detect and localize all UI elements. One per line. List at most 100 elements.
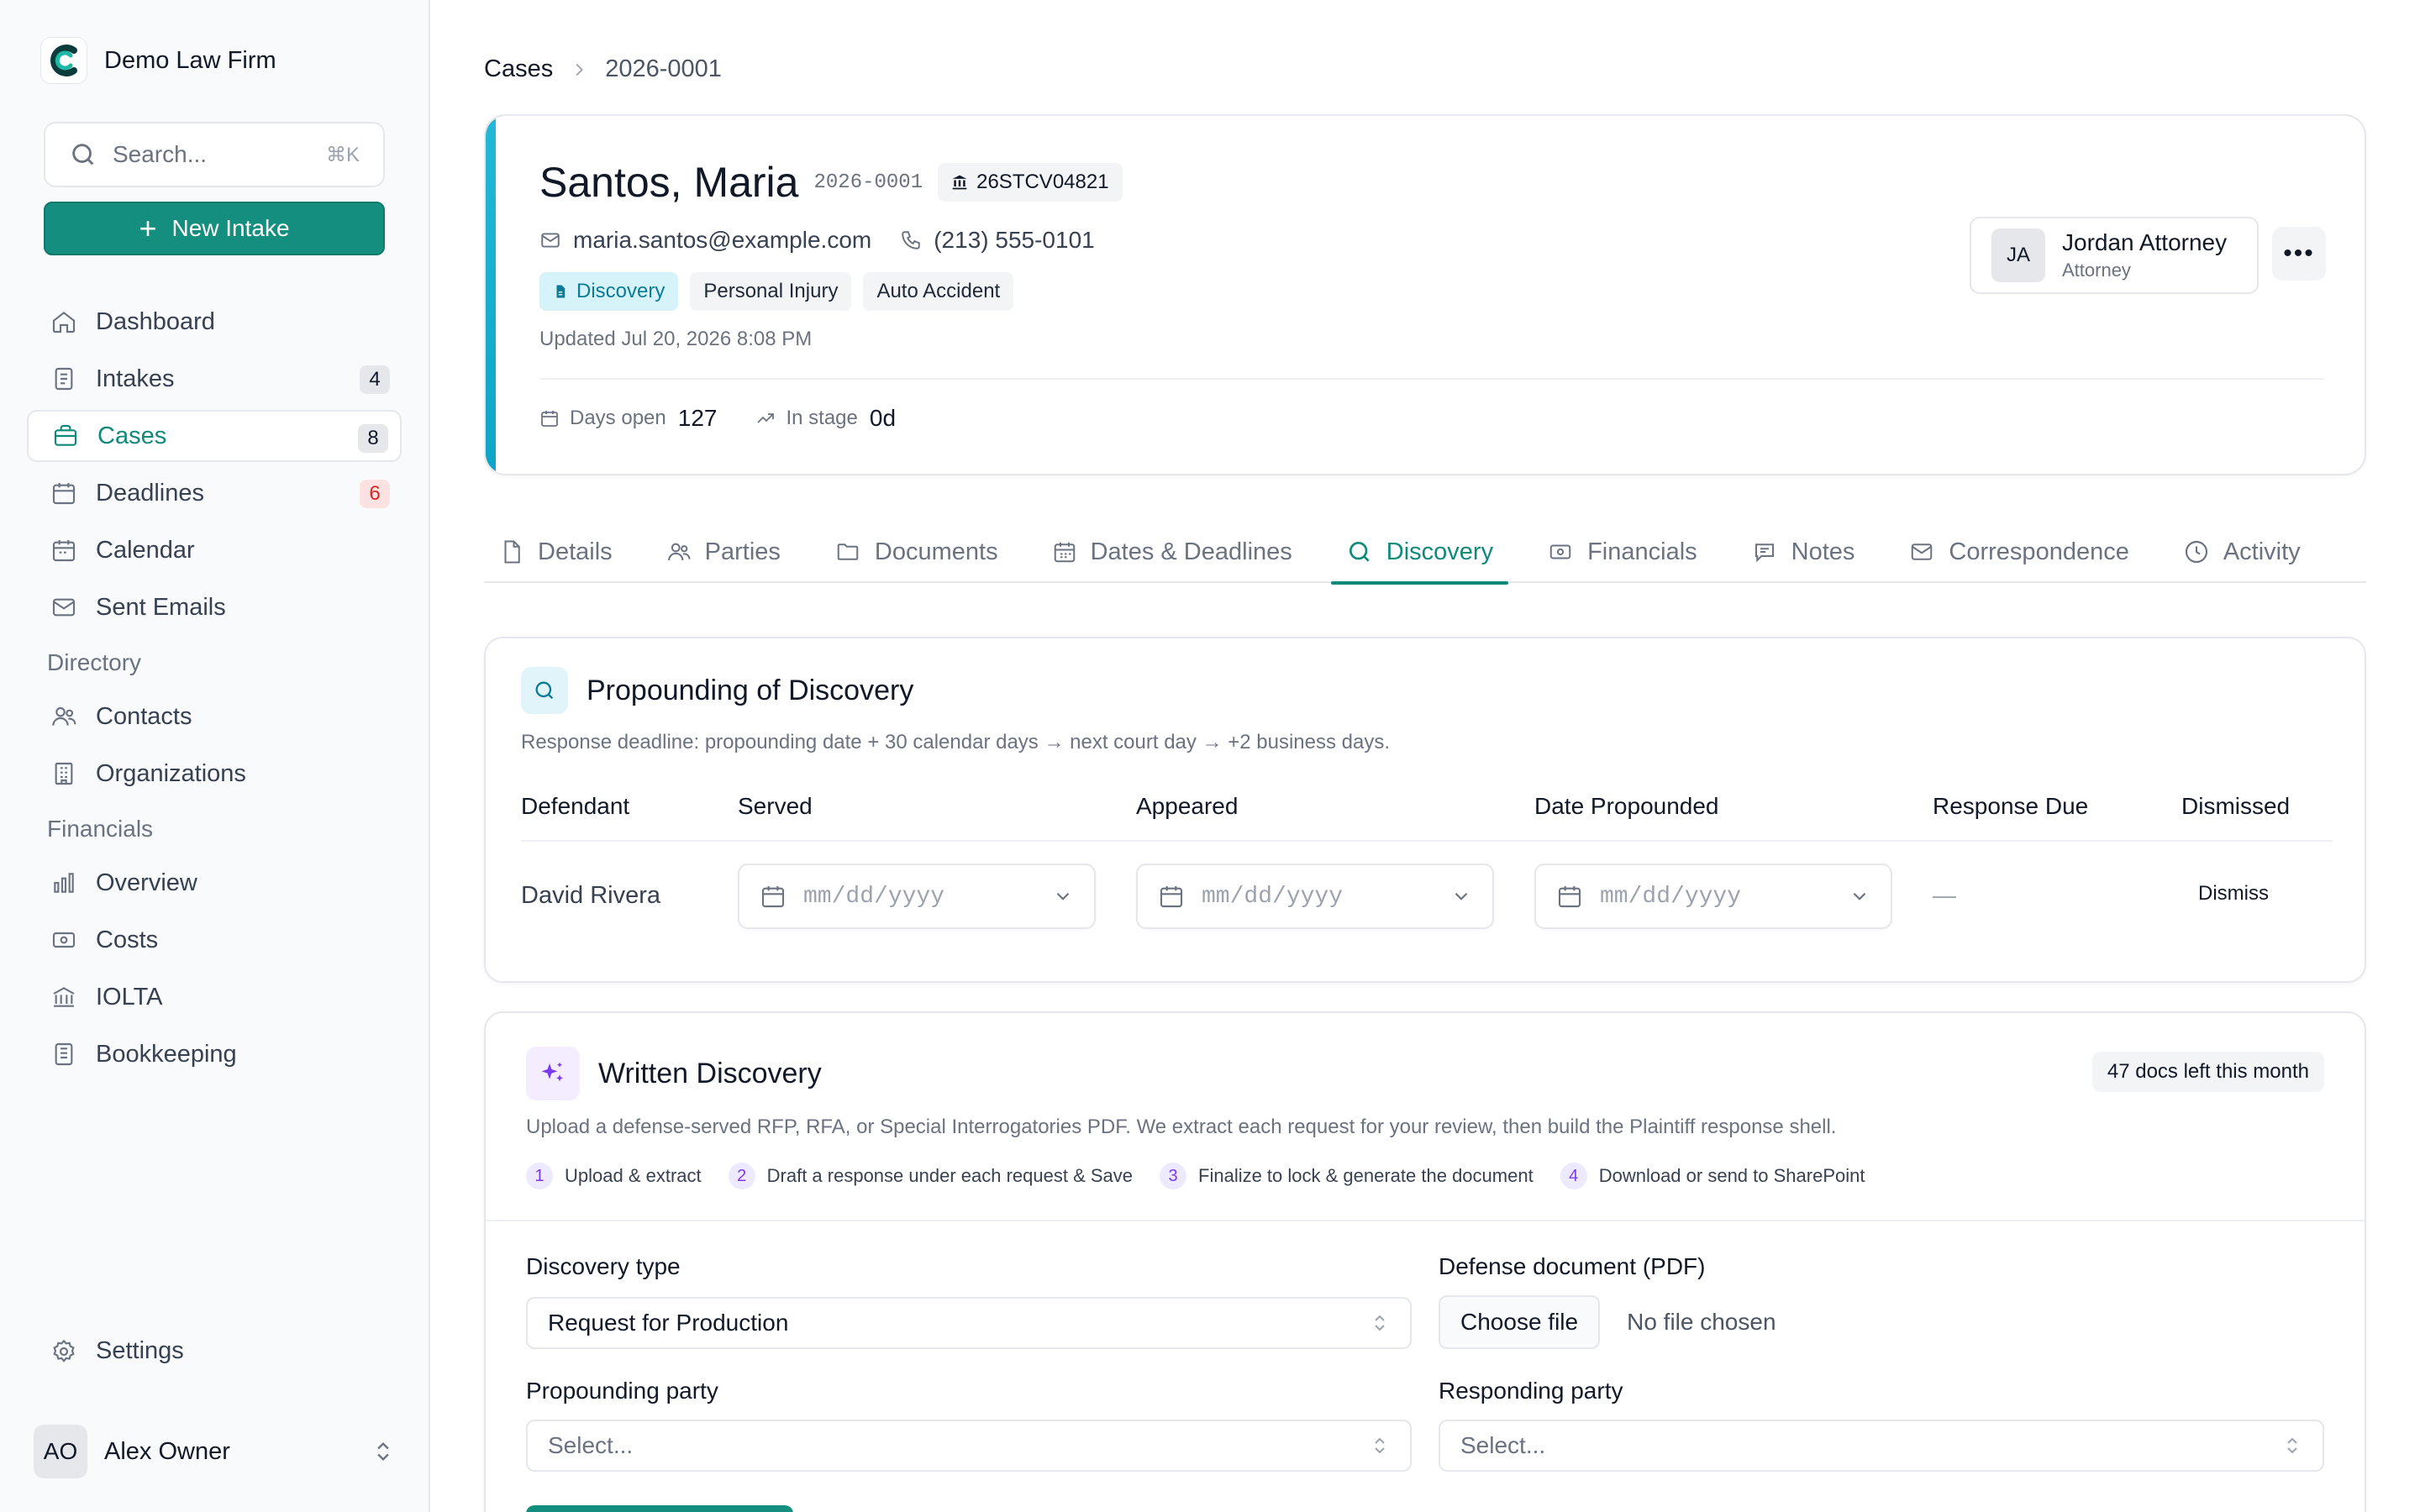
- assignee-name: Jordan Attorney: [2062, 229, 2228, 255]
- sidebar-item-costs[interactable]: Costs: [27, 914, 402, 966]
- column-header-appeared: Appeared: [1136, 793, 1239, 819]
- search-icon: [72, 144, 94, 165]
- case-contact-line: maria.santos@example.com (213) 555-0101: [539, 227, 1123, 254]
- calendar-icon: [1054, 542, 1075, 563]
- date-propounded-input[interactable]: mm/dd/yyyy: [1534, 864, 1892, 929]
- assignee-role: Attorney: [2062, 260, 2131, 281]
- case-type-tag: Auto Accident: [863, 272, 1014, 311]
- sidebar-item-label: Cases: [97, 422, 167, 449]
- sidebar-item-cases[interactable]: Cases 8: [27, 410, 402, 462]
- financials-heading: Financials: [47, 816, 154, 842]
- tab-details[interactable]: Details: [484, 521, 628, 583]
- cases-count-badge: 8: [358, 424, 388, 453]
- step-item: 3 Finalize to lock & generate the docume…: [1160, 1163, 1534, 1189]
- written-discovery-subtitle: Upload a defense-served RFP, RFA, or Spe…: [526, 1116, 1837, 1138]
- propounding-party-select[interactable]: Select...: [526, 1420, 1412, 1472]
- responding-party-label: Responding party: [1439, 1378, 1623, 1404]
- sidebar-item-overview[interactable]: Overview: [27, 857, 402, 909]
- case-number: 2026-0001: [813, 171, 923, 194]
- defense-document-label: Defense document (PDF): [1439, 1253, 1706, 1279]
- served-date-input[interactable]: mm/dd/yyyy: [738, 864, 1096, 929]
- brand[interactable]: Demo Law Firm: [40, 37, 276, 84]
- email-link[interactable]: maria.santos@example.com: [539, 227, 871, 254]
- avatar: JA: [1991, 228, 2045, 282]
- responding-party-select[interactable]: Select...: [1439, 1420, 2324, 1472]
- dismiss-button[interactable]: Dismiss: [2198, 882, 2269, 906]
- tab-documents[interactable]: Documents: [819, 521, 1013, 583]
- sidebar-item-settings[interactable]: Settings: [50, 1337, 184, 1365]
- bar-chart-icon: [54, 873, 74, 893]
- intake-icon: [55, 367, 73, 391]
- intakes-count-badge: 4: [360, 365, 390, 394]
- plus-icon: +: [139, 211, 157, 245]
- tab-notes[interactable]: Notes: [1736, 521, 1870, 583]
- in-stage-label: In stage: [786, 407, 858, 429]
- tab-financials[interactable]: Financials: [1532, 521, 1712, 583]
- step-label: Download or send to SharePoint: [1598, 1165, 1865, 1186]
- calendar-icon: [52, 540, 76, 562]
- choose-file-button[interactable]: Choose file: [1439, 1295, 1601, 1349]
- sidebar-item-sent-emails[interactable]: Sent Emails: [27, 581, 402, 633]
- case-tags: Discovery Personal Injury Auto Accident: [539, 272, 1025, 311]
- sidebar-item-calendar[interactable]: Calendar: [27, 524, 402, 576]
- phone-link[interactable]: (213) 555-0101: [900, 227, 1095, 254]
- settings-label: Settings: [96, 1337, 184, 1364]
- column-header-date-propounded: Date Propounded: [1534, 793, 1719, 819]
- sidebar-item-label: Sent Emails: [96, 593, 226, 621]
- directory-heading: Directory: [47, 649, 142, 675]
- new-intake-button[interactable]: + New Intake: [44, 202, 385, 255]
- phone-icon: [902, 231, 920, 249]
- assigned-attorney-card[interactable]: JA Jordan Attorney Attorney: [1970, 217, 2259, 294]
- column-header-response-due: Response Due: [1933, 793, 2089, 819]
- responding-party-placeholder: Select...: [1460, 1432, 1546, 1458]
- date-placeholder: mm/dd/yyyy: [1202, 883, 1344, 910]
- in-stage-value: 0d: [869, 405, 897, 431]
- deadlines-count-badge: 6: [360, 480, 390, 508]
- stage-badge[interactable]: Discovery: [539, 272, 679, 311]
- avatar: AO: [34, 1425, 87, 1478]
- discovery-type-select[interactable]: Request for Production: [526, 1297, 1412, 1349]
- tab-correspondence[interactable]: Correspondence: [1893, 521, 2144, 583]
- chevron-down-icon: [1056, 892, 1070, 900]
- sidebar-item-intakes[interactable]: Intakes 4: [27, 353, 402, 405]
- mail-icon: [52, 598, 76, 617]
- workflow-steps: 1 Upload & extract 2 Draft a response un…: [526, 1163, 1891, 1189]
- sidebar-item-organizations[interactable]: Organizations: [27, 748, 402, 800]
- sidebar-item-iolta[interactable]: IOLTA: [27, 971, 402, 1023]
- appeared-date-input[interactable]: mm/dd/yyyy: [1136, 864, 1494, 929]
- written-discovery-card: Written Discovery 47 docs left this mont…: [484, 1011, 2366, 1512]
- sidebar-item-contacts[interactable]: Contacts: [27, 690, 402, 743]
- response-due-value: —: [1933, 882, 1956, 908]
- step-number: 4: [1560, 1163, 1587, 1189]
- step-item: 1 Upload & extract: [526, 1163, 702, 1189]
- sidebar-item-label: IOLTA: [96, 983, 163, 1011]
- search-icon: [1349, 542, 1370, 562]
- breadcrumb-cases-link[interactable]: Cases: [484, 55, 553, 83]
- user-menu[interactable]: AO Alex Owner: [34, 1425, 395, 1478]
- court-case-chip[interactable]: 26STCV04821: [938, 163, 1123, 202]
- sidebar-item-dashboard[interactable]: Dashboard: [27, 296, 402, 348]
- divider: [486, 1220, 2365, 1221]
- tab-label: Parties: [704, 538, 781, 565]
- tab-dates-deadlines[interactable]: Dates & Deadlines: [1037, 521, 1307, 583]
- sidebar-nav: Dashboard Intakes 4 Cases 8 Deadlines 6 …: [27, 296, 402, 1085]
- propounding-card: Propounding of Discovery Response deadli…: [484, 637, 2366, 983]
- sidebar-item-deadlines[interactable]: Deadlines 6: [27, 467, 402, 519]
- search-input[interactable]: Search... ⌘K: [44, 122, 385, 187]
- sidebar-item-bookkeeping[interactable]: Bookkeeping: [27, 1028, 402, 1080]
- more-options-button[interactable]: •••: [2272, 227, 2326, 281]
- case-tabs: Details Parties Documents Dates & Deadli…: [484, 521, 2366, 585]
- step-number: 2: [728, 1163, 755, 1189]
- upload-extract-button[interactable]: [526, 1505, 793, 1512]
- tab-label: Dates & Deadlines: [1090, 538, 1292, 565]
- client-phone: (213) 555-0101: [934, 227, 1095, 253]
- tab-discovery[interactable]: Discovery: [1330, 521, 1509, 585]
- money-icon: [1549, 544, 1571, 559]
- calendar-icon: [1558, 886, 1581, 908]
- court-case-number: 26STCV04821: [976, 171, 1109, 193]
- tab-activity[interactable]: Activity: [2168, 521, 2316, 583]
- discovery-type-label: Discovery type: [526, 1253, 681, 1279]
- tab-parties[interactable]: Parties: [651, 521, 796, 583]
- chevron-up-down-icon: [377, 1442, 389, 1461]
- column-header-served: Served: [738, 793, 813, 819]
